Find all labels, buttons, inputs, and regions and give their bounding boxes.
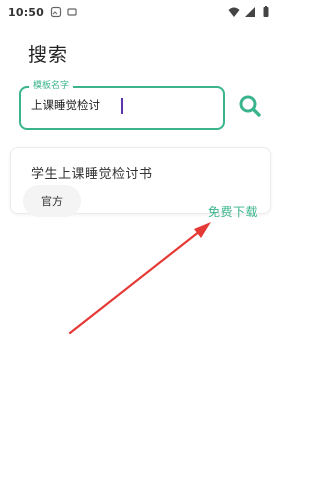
status-bar: 10:50 [0, 0, 280, 24]
signal-icon [245, 7, 255, 17]
sim-icon [67, 8, 77, 16]
search-button[interactable] [234, 90, 266, 122]
search-field[interactable]: 模板名字 [19, 80, 225, 130]
wifi-icon [228, 7, 240, 17]
status-icons-right [228, 6, 272, 18]
text-cursor [121, 98, 123, 114]
image-icon [50, 6, 62, 18]
battery-icon [263, 6, 269, 17]
status-time: 10:50 [8, 5, 45, 19]
official-tag: 官方 [23, 185, 81, 217]
free-download-link[interactable]: 免费下载 [208, 203, 258, 220]
page-title: 搜索 [28, 44, 69, 66]
result-title[interactable]: 学生上课睡觉检讨书 [31, 163, 153, 182]
status-icons-left [50, 6, 78, 18]
search-field-label: 模板名字 [29, 80, 74, 92]
annotation-arrow [68, 222, 211, 335]
search-icon [239, 95, 261, 117]
result-card[interactable]: 学生上课睡觉检讨书 官方 免费下载 [10, 147, 271, 219]
